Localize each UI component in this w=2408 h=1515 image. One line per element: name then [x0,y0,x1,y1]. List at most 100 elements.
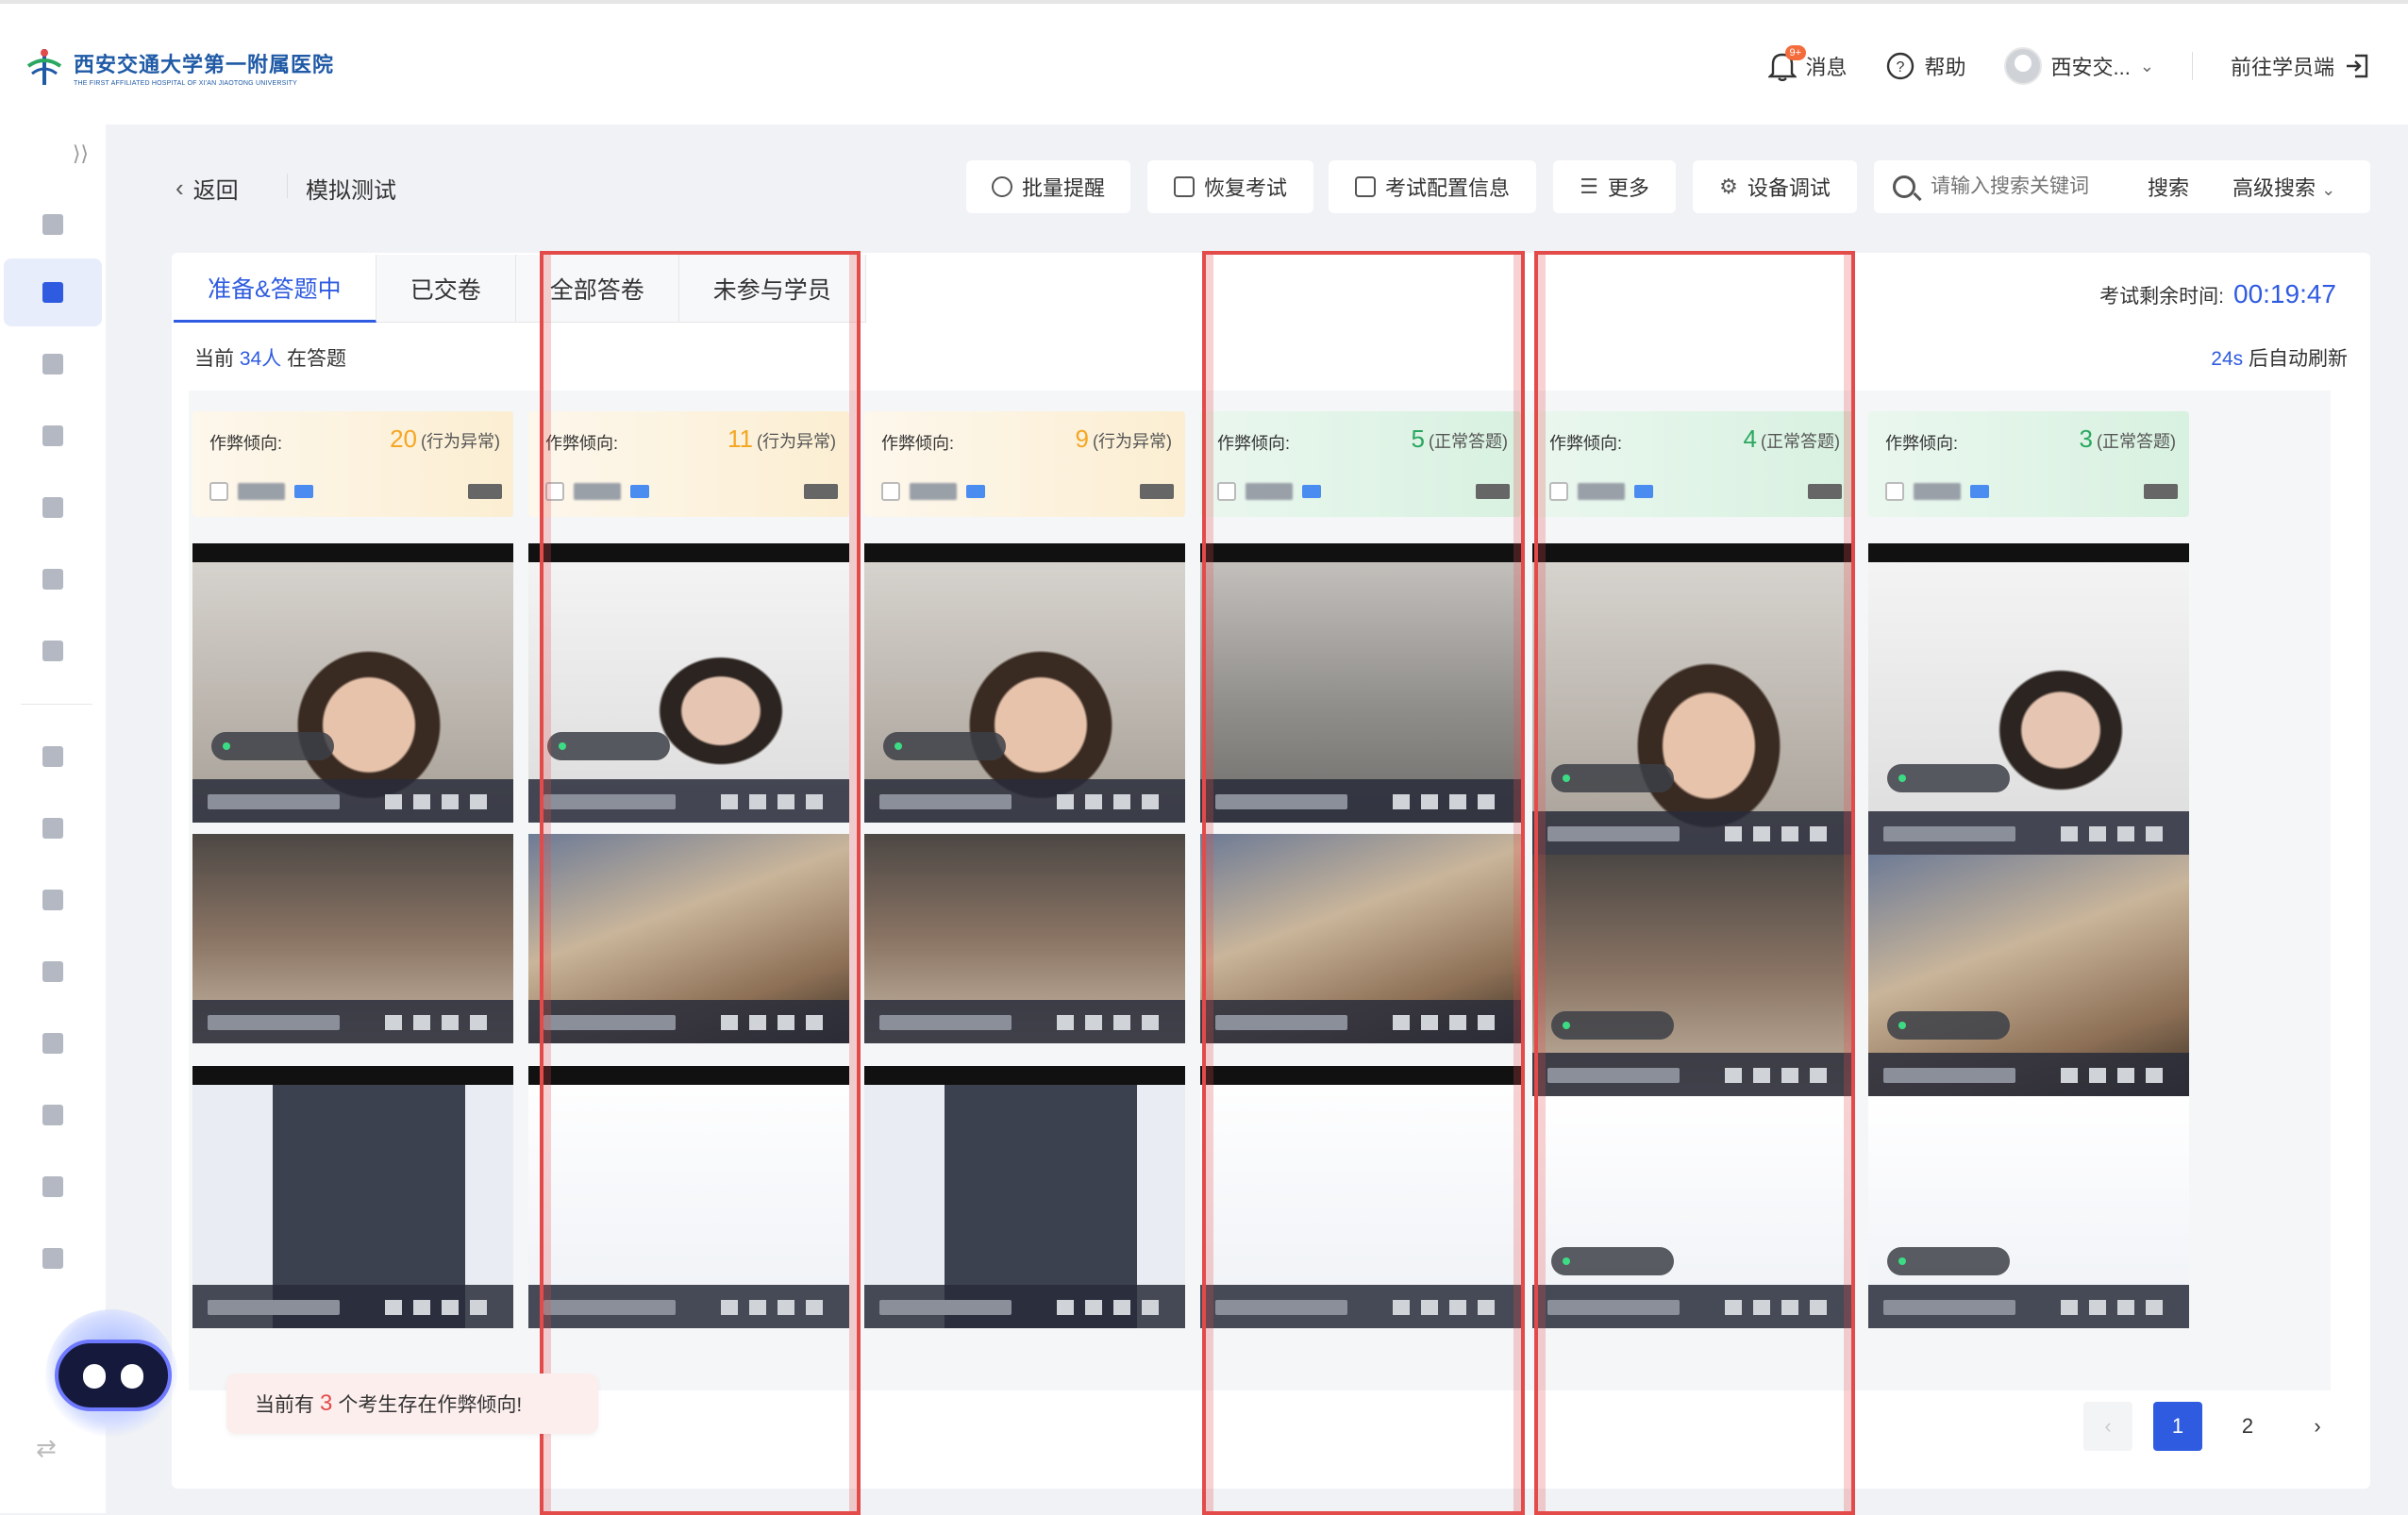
screen-share-feed[interactable] [1200,1066,1521,1328]
pagination: ‹ 1 2 › [2083,1402,2342,1451]
webcam-feed[interactable] [192,543,513,823]
exam-config-button[interactable]: 考试配置信息 [1329,160,1536,213]
cheat-score: 5 (正常答题) [1412,425,1508,454]
help-button[interactable]: ? 帮助 [1885,51,1966,81]
sidebar-item-certificate[interactable] [4,938,102,1006]
toast-prefix: 当前有 [255,1394,314,1416]
sidebar-item-library[interactable] [4,474,102,541]
screen-share-feed[interactable] [528,1066,849,1328]
sidebar-item-apps[interactable] [4,191,102,258]
edit-icon [42,746,63,767]
tab-all-papers[interactable]: 全部答卷 [515,255,679,323]
select-checkbox[interactable] [1885,482,1904,501]
sidebar-item-groups[interactable] [4,545,102,613]
prev-page-button[interactable]: ‹ [2083,1402,2132,1451]
tab-submitted[interactable]: 已交卷 [376,255,516,323]
webcam-feed[interactable] [864,543,1185,823]
select-checkbox[interactable] [545,482,564,501]
select-checkbox[interactable] [1549,482,1568,501]
status-pill [1551,1011,1674,1040]
resume-exam-button[interactable]: 恢复考试 [1147,160,1313,213]
batch-remind-label: 批量提醒 [1021,176,1105,200]
sidebar-item-calendar[interactable] [4,866,102,934]
score-value: 4 [1743,425,1757,453]
sidebar-item-media[interactable] [4,1081,102,1149]
monitor-icon [1970,485,1989,498]
bar-chart-icon [42,1248,63,1269]
advanced-search-button[interactable]: 高级搜索 ⌄ [2232,172,2335,202]
screen-share-feed[interactable] [864,1066,1185,1328]
messages-button[interactable]: 9+ 消息 [1767,45,1848,81]
search-input[interactable] [1931,175,2129,198]
refresh-seconds: 24s [2211,348,2244,370]
screen-share-feed[interactable] [1532,1096,1853,1328]
sidebar-item-user-settings[interactable] [4,1009,102,1077]
device-icon [1808,484,1842,499]
next-page-button[interactable]: › [2293,1402,2342,1451]
sidebar-item-papers[interactable] [4,330,102,398]
screen-share-feed[interactable] [192,1066,513,1328]
select-checkbox[interactable] [881,482,900,501]
score-value: 9 [1075,425,1089,453]
device-icon [1476,484,1510,499]
cheat-score: 4 (正常答题) [1744,425,1840,454]
device-icon [2144,484,2178,499]
document-icon [42,354,63,375]
batch-remind-button[interactable]: 批量提醒 [966,160,1130,213]
side-camera-feed[interactable] [1200,834,1521,1043]
sidebar-item-exam-monitor[interactable] [4,258,102,326]
webcam-feed[interactable] [1200,543,1521,823]
cheat-alert-toast[interactable]: 当前有 3 个考生存在作弊倾向! [226,1373,598,1434]
monitor-panel: 准备&答题中 已交卷 全部答卷 未参与学员 考试剩余时间: 00:19:47 当… [172,253,2370,1489]
student-name-blurred [1914,483,1961,500]
student-card[interactable]: 作弊倾向: 20 (行为异常) [192,411,513,1390]
select-checkbox[interactable] [209,482,228,501]
screen-share-feed[interactable] [1868,1096,2189,1328]
expand-sidebar-icon[interactable]: ⟩⟩ [73,142,89,166]
messages-badge: 9+ [1784,45,1807,60]
back-button[interactable]: ‹ 返回 [176,172,239,205]
side-camera-feed[interactable] [1532,855,1853,1096]
device-debug-button[interactable]: ⚙ 设备调试 [1693,160,1857,213]
select-checkbox[interactable] [1217,482,1236,501]
page-1-button[interactable]: 1 [2153,1402,2202,1451]
more-button[interactable]: ☰ 更多 [1553,160,1676,213]
sidebar-item-verified[interactable] [4,794,102,862]
user-menu[interactable]: 西安交... ⌄ [2003,47,2154,85]
hospital-logo[interactable]: 西安交通大学第一附属医院 THE FIRST AFFILIATED HOSPIT… [23,45,334,89]
score-tag: (正常答题) [1761,432,1840,451]
goto-student-button[interactable]: 前往学员端 [2231,51,2370,81]
webcam-feed[interactable] [528,543,849,823]
sidebar-item-edit[interactable] [4,723,102,791]
side-camera-feed[interactable] [528,834,849,1043]
student-name-blurred [1578,483,1625,500]
student-card[interactable]: 作弊倾向: 9 (行为异常) [864,411,1185,1390]
side-camera-feed[interactable] [192,834,513,1043]
student-card[interactable]: 作弊倾向: 11 (行为异常) [528,411,849,1390]
switch-icon[interactable]: ⇄ [36,1434,57,1463]
student-card[interactable]: 作弊倾向: 5 (正常答题) [1200,411,1521,1390]
ai-assistant-icon[interactable] [55,1340,172,1411]
cheat-score-header: 作弊倾向: 20 (行为异常) [192,411,513,517]
timer-value: 00:19:47 [2233,279,2336,308]
cheat-score-header: 作弊倾向: 3 (正常答题) [1868,411,2189,517]
sidebar-item-stats[interactable] [4,1224,102,1292]
sidebar-item-questions[interactable] [4,1153,102,1221]
page-2-button[interactable]: 2 [2223,1402,2272,1451]
tab-absent[interactable]: 未参与学员 [678,255,866,323]
tab-answering[interactable]: 准备&答题中 [174,255,376,323]
webcam-feed[interactable] [1532,543,1853,855]
student-card[interactable]: 作弊倾向: 3 (正常答题) [1868,411,2189,1390]
cheat-score: 3 (正常答题) [2080,425,2176,454]
back-label: 返回 [192,178,239,204]
side-camera-feed[interactable] [864,834,1185,1043]
search-button[interactable]: 搜索 [2148,172,2189,202]
side-camera-feed[interactable] [1868,855,2189,1096]
webcam-feed[interactable] [1868,543,2189,855]
student-card[interactable]: 作弊倾向: 4 (正常答题) [1532,411,1853,1390]
goto-student-label: 前往学员端 [2230,56,2334,79]
cheat-score-header: 作弊倾向: 9 (行为异常) [864,411,1185,517]
sidebar-item-schedule[interactable] [4,617,102,685]
score-tag: (正常答题) [2097,432,2176,451]
sidebar-item-badge[interactable] [4,402,102,470]
